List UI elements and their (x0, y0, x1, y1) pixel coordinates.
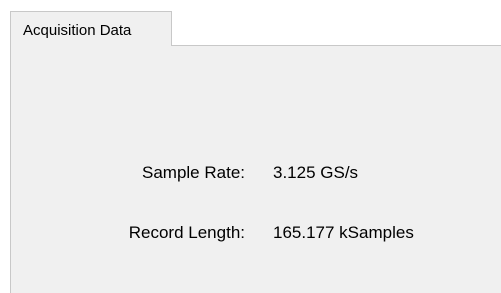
sample-rate-value: 3.125 GS/s (273, 163, 359, 182)
tab-acquisition-data[interactable]: Acquisition Data (10, 11, 172, 46)
sample-rate-label: Sample Rate: (142, 163, 245, 182)
record-length-label: Record Length: (128, 223, 245, 242)
tab-label: Acquisition Data (23, 22, 132, 39)
record-length-value: 165.177 kSamples (273, 223, 414, 242)
tab-widget: Acquisition Data Sample Rate: 3.125 GS/s… (0, 0, 501, 293)
tab-bar: Acquisition Data (0, 0, 501, 46)
acquisition-data-panel: Sample Rate: 3.125 GS/s Record Length: 1… (10, 45, 501, 293)
